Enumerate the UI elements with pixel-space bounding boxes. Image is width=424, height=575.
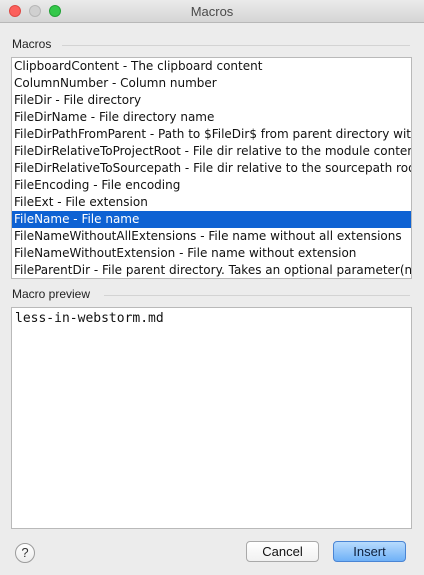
macros-section-label: Macros: [12, 37, 52, 51]
macro-list-item[interactable]: FileNameWithoutAllExtensions - File name…: [12, 228, 411, 245]
macro-list-item[interactable]: FileDirRelativeToProjectRoot - File dir …: [12, 143, 411, 160]
macro-list-item[interactable]: FileDirName - File directory name: [12, 109, 411, 126]
macro-list-item[interactable]: FileDirRelativeToSourcepath - File dir r…: [12, 160, 411, 177]
title-bar: Macros: [0, 0, 424, 23]
macros-list[interactable]: ClipboardContent - The clipboard content…: [11, 57, 412, 279]
macro-list-item[interactable]: FileName - File name: [12, 211, 411, 228]
macro-list-item[interactable]: ClipboardContent - The clipboard content: [12, 58, 411, 75]
macro-list-item[interactable]: FileExt - File extension: [12, 194, 411, 211]
macro-list-item[interactable]: ColumnNumber - Column number: [12, 75, 411, 92]
macro-list-item[interactable]: FileEncoding - File encoding: [12, 177, 411, 194]
macros-section-divider: [62, 45, 410, 46]
insert-button[interactable]: Insert: [333, 541, 406, 562]
macro-preview-area[interactable]: less-in-webstorm.md: [11, 307, 412, 529]
macro-preview-section-label: Macro preview: [12, 287, 91, 301]
cancel-button[interactable]: Cancel: [246, 541, 319, 562]
macro-list-item[interactable]: FileDirPathFromParent - Path to $FileDir…: [12, 126, 411, 143]
macro-list-item[interactable]: FileParentDir - File parent directory. T…: [12, 262, 411, 278]
macro-list-item[interactable]: FileNameWithoutExtension - File name wit…: [12, 245, 411, 262]
help-button[interactable]: ?: [15, 543, 35, 563]
macro-preview-text: less-in-webstorm.md: [15, 311, 164, 326]
macro-preview-section-divider: [104, 295, 410, 296]
window-title: Macros: [190, 4, 234, 19]
macro-list-item[interactable]: FileDir - File directory: [12, 92, 411, 109]
